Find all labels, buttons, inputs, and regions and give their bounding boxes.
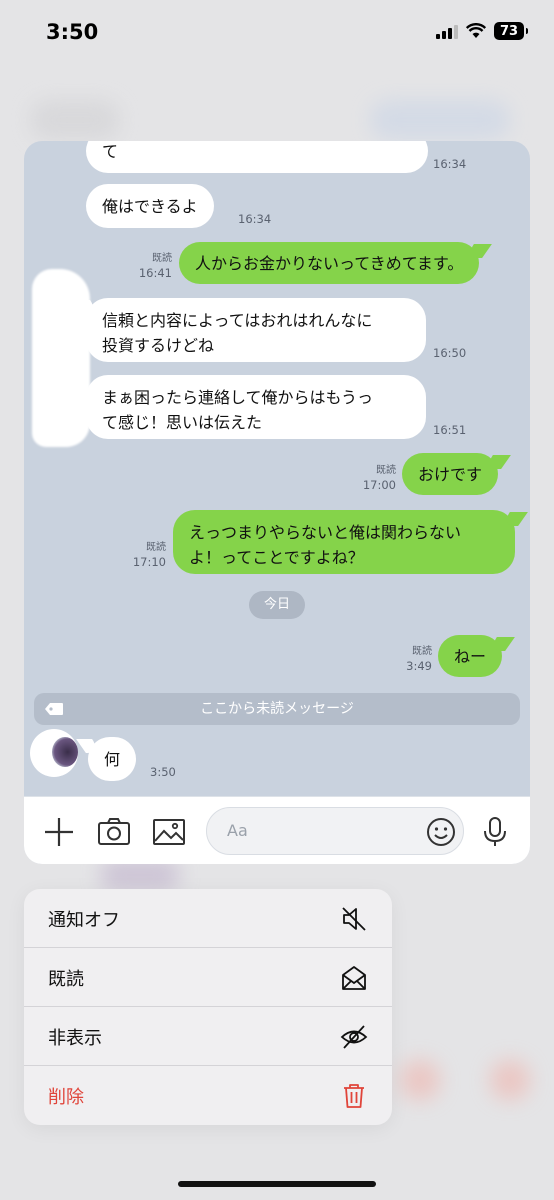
- plus-icon[interactable]: [42, 815, 76, 849]
- menu-item-label: 通知オフ: [48, 910, 120, 931]
- message-text-line: まぁ困ったら連絡して俺からはもうっ: [102, 388, 374, 407]
- microphone-icon[interactable]: [478, 815, 512, 849]
- message-text: 人からお金かりないってきめてます。: [195, 254, 464, 273]
- message-bubble-in[interactable]: まぁ困ったら連絡して俺からはもうっ て感じ！思いは伝えた: [86, 375, 426, 439]
- read-label: 既読: [412, 646, 432, 657]
- unread-divider: ここから未読メッセージ: [34, 693, 520, 725]
- menu-item-mute-notifications[interactable]: 通知オフ: [24, 889, 392, 948]
- message-text-line: 信頼と内容によってはおれはれんなに: [102, 311, 373, 330]
- status-icons: 73: [436, 22, 528, 40]
- message-time: 17:00: [362, 478, 396, 492]
- trash-icon: [344, 1084, 364, 1108]
- read-label: 既読: [152, 253, 172, 264]
- message-time: 16:34: [433, 157, 467, 171]
- emoji-icon[interactable]: [425, 816, 457, 848]
- background-blur: [490, 1060, 530, 1100]
- message-text: おけです: [418, 465, 483, 484]
- message-bubble-out[interactable]: 人からお金かりないってきめてます。: [179, 242, 480, 284]
- message-text: ねー: [454, 647, 487, 666]
- message-bubble-in[interactable]: 俺はできるよ: [86, 184, 214, 228]
- menu-item-hide[interactable]: 非表示: [24, 1007, 392, 1066]
- message-time: 16:41: [138, 266, 172, 280]
- date-divider: 今日: [249, 591, 305, 619]
- context-menu: 通知オフ 既読 非表示 削除: [24, 889, 392, 1125]
- message-text-line: よ！ってことですよね？: [189, 548, 364, 567]
- image-icon[interactable]: [152, 815, 186, 849]
- read-receipt: 既読 3:49: [394, 645, 432, 673]
- menu-item-label: 非表示: [48, 1028, 102, 1049]
- read-label: 既読: [146, 542, 166, 553]
- wifi-icon: [466, 23, 486, 38]
- read-receipt: 既読 16:41: [134, 252, 172, 280]
- signal-icon: [436, 23, 458, 39]
- camera-icon[interactable]: [97, 815, 131, 849]
- message-input-placeholder: Aa: [227, 821, 248, 840]
- background-blur: [400, 1060, 440, 1100]
- background-blur: [30, 100, 120, 140]
- unread-divider-text: ここから未読メッセージ: [200, 701, 354, 717]
- menu-item-mark-read[interactable]: 既読: [24, 948, 392, 1007]
- status-bar: 3:50 73: [0, 0, 554, 64]
- message-text-line: て感じ！思いは伝えた: [102, 413, 263, 432]
- message-text: 俺はできるよ: [102, 197, 198, 216]
- status-time: 3:50: [46, 20, 99, 44]
- message-bubble-out[interactable]: おけです: [402, 453, 499, 495]
- tag-icon: [45, 703, 63, 715]
- message-time: 3:50: [150, 765, 176, 779]
- message-text: て: [102, 142, 119, 161]
- battery-icon: 73: [494, 22, 528, 40]
- message-bubble-out[interactable]: えっつまりやらないと俺は関わらない よ！ってことですよね？: [173, 510, 515, 574]
- avatar-redacted: [32, 269, 90, 447]
- message-input-bar: Aa: [24, 796, 530, 864]
- menu-item-label: 削除: [48, 1087, 84, 1108]
- message-text-line: 投資するけどね: [102, 336, 215, 355]
- eye-slash-icon: [340, 1025, 368, 1049]
- read-label: 既読: [376, 465, 396, 476]
- message-list[interactable]: て 16:34 俺はできるよ 16:34 既読 16:41 人からお金かりないっ…: [24, 141, 530, 796]
- message-bubble-in[interactable]: て: [86, 141, 428, 173]
- message-bubble-in[interactable]: 信頼と内容によってはおれはれんなに 投資するけどね: [86, 298, 426, 362]
- message-time: 16:51: [433, 423, 467, 437]
- message-input[interactable]: Aa: [206, 807, 464, 855]
- message-time: 17:10: [132, 555, 166, 569]
- read-receipt: 既読 17:00: [358, 464, 396, 492]
- message-time: 16:34: [238, 212, 272, 226]
- avatar[interactable]: [30, 729, 78, 777]
- message-time: 16:50: [433, 346, 467, 360]
- menu-item-delete[interactable]: 削除: [24, 1066, 392, 1125]
- message-bubble-in[interactable]: 何: [88, 737, 137, 781]
- message-bubble-out[interactable]: ねー: [438, 635, 503, 677]
- read-receipt: 既読 17:10: [128, 541, 166, 569]
- chat-preview[interactable]: て 16:34 俺はできるよ 16:34 既読 16:41 人からお金かりないっ…: [24, 141, 530, 864]
- home-indicator[interactable]: [178, 1181, 376, 1187]
- speaker-mute-icon: [342, 907, 366, 931]
- background-blur: [100, 860, 180, 890]
- menu-item-label: 既読: [48, 969, 84, 990]
- message-time: 3:49: [406, 659, 432, 673]
- message-text-line: えっつまりやらないと俺は関わらない: [189, 523, 462, 542]
- envelope-open-icon: [342, 966, 366, 990]
- message-text: 何: [104, 750, 121, 769]
- background-blur: [370, 100, 510, 140]
